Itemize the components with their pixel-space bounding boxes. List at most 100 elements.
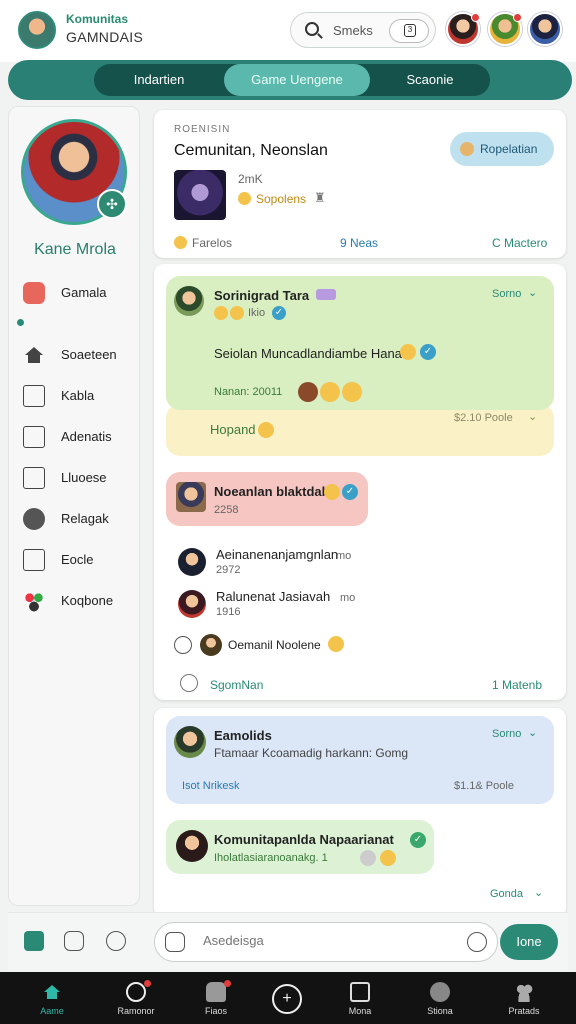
header-avatar-1[interactable] [446,12,480,46]
card-corner[interactable]: Gonda [490,888,523,900]
clipboard-icon: 3 [404,24,416,37]
message-text: Seiolan Muncadlandiambe Hanab [214,346,410,361]
message-bubble: Eamolids Sorno ⌄ Ftamaar Kcoamadig harka… [166,716,554,804]
nav-label: Mona [348,1006,372,1016]
card-foot-right[interactable]: 1 Matenb [492,678,542,692]
app-subtitle: GAMNDAIS [66,29,144,45]
create-button[interactable]: + [272,984,302,1014]
sidebar-item-adenatis[interactable]: Adenatis [23,423,139,451]
sidebar-item-koqbone[interactable]: Koqbone [23,587,139,615]
list-item-name[interactable]: Aeinanenanjamgnlan [216,547,338,562]
chevron-down-icon[interactable]: ⌄ [534,886,543,899]
chevron-down-icon[interactable]: ⌄ [528,410,537,423]
emoji-icon [320,382,340,402]
verified-icon: ✓ [410,832,426,848]
card-meta: 2mK [238,172,263,186]
status-dot [17,319,24,326]
user-avatar[interactable] [176,482,206,512]
message-text: Ftamaar Kcoamadig harkann: Gomg [214,746,409,760]
sidebar-item-eocle[interactable]: Eocle [23,546,139,574]
card-foot-left[interactable]: Farelos [192,236,232,250]
user-avatar[interactable] [174,286,204,316]
sidebar-item-kabla[interactable]: Kabla [23,382,139,410]
emoji-picker-icon[interactable] [165,932,185,952]
notification-dot [471,13,480,22]
sidebar-item-gamala[interactable]: Gamala [23,279,139,307]
tabs-container: Indartien Game Uengene Scaonie [94,64,490,96]
nav-ramonor[interactable]: Ramonor [96,972,176,1024]
clock-icon [180,674,198,692]
sidebar-item-label: Gamala [61,285,107,300]
message-author: Sorinigrad Tara [214,288,310,303]
message-text: Hopand [210,422,256,437]
tab-game-uengene[interactable]: Game Uengene [224,64,370,96]
sidebar-item-lluoese[interactable]: Lluoese [23,464,139,492]
header-avatar-3[interactable] [528,12,562,46]
tab-indartien[interactable]: Indartien [94,64,224,96]
home-icon [25,347,43,363]
card-foot-middle[interactable]: 9 Neas [340,236,378,250]
nav-fiaos[interactable]: Fiaos [176,972,256,1024]
chevron-down-icon[interactable]: ⌄ [528,286,537,299]
emoji-icon [380,850,396,866]
emoji-icon [360,850,376,866]
radio-button[interactable] [174,636,192,654]
message-input[interactable] [203,933,453,948]
message-bubble: Komunitapanlda Napaarianat ✓ Iholatlasia… [166,820,434,874]
list-item-name[interactable]: Ralunenat Jasiavah [216,589,330,604]
nav-stiona[interactable]: Stiona [400,972,480,1024]
settings-icon [23,508,45,530]
message-input-wrapper [154,922,498,962]
app-logo-avatar[interactable] [18,11,56,49]
search-text: Smeks [333,23,373,38]
message-time: Nanan: 20011 [214,386,283,398]
app-title: Komunitas [66,12,129,26]
reputation-button[interactable]: Ropelatian [450,132,554,166]
card-eyebrow: ROENISIN [174,124,231,135]
camera-icon[interactable] [64,931,84,951]
bottom-navigation: Aame Ramonor Fiaos + Mona Stiona Pratads [0,972,576,1024]
tab-scaonie[interactable]: Scaonie [370,64,490,96]
emoji-icon [342,382,362,402]
chevron-down-icon[interactable]: ⌄ [528,726,537,739]
emoji-icon [460,142,474,156]
nav-mona[interactable]: Mona [320,972,400,1024]
compass-icon[interactable]: ✣ [97,189,127,219]
card-title: Cemunitan, Neonslan [174,142,328,159]
sidebar-item-label: Kabla [61,388,95,403]
game-thumbnail[interactable] [174,170,226,220]
news-icon [350,982,370,1002]
user-avatar[interactable] [200,634,222,656]
badge [316,289,336,300]
sticker-icon[interactable] [106,931,126,951]
search-icon [305,22,319,36]
gallery-icon[interactable] [24,931,44,951]
sidebar-item-relagak[interactable]: Relagak [23,505,139,533]
header-avatar-2[interactable] [488,12,522,46]
list-item-suffix: mo [340,592,356,604]
document-icon [23,426,45,448]
list-item-name[interactable]: Oemanil Noolene [228,638,321,652]
message-subtitle: Ikio [248,307,266,319]
nav-pratads[interactable]: Pratads [484,972,564,1024]
notification-dot [513,13,522,22]
user-avatar[interactable] [178,590,206,618]
smiley-icon[interactable] [467,932,487,952]
game-icon [206,982,226,1002]
user-avatar[interactable] [178,548,206,576]
search-count-button[interactable]: 3 [389,19,429,43]
nav-label: Fiaos [204,1006,227,1016]
send-button[interactable]: Ione [500,924,558,960]
card-foot-left[interactable]: SgomNan [210,678,263,692]
message-author: Eamolids [214,728,272,743]
card-foot-right[interactable]: C Mactero [492,236,547,250]
search-bar[interactable]: Smeks 3 [290,12,436,48]
sidebar: ✣ Kane Mrola Gamala Soaeteen Kabla Adena… [8,106,140,906]
community-card: ROENISIN Cemunitan, Neonslan Ropelatian … [154,110,566,258]
nav-label: Aame [40,1006,64,1016]
chat-icon [430,982,450,1002]
user-avatar[interactable] [174,726,206,758]
sidebar-item-soaeteen[interactable]: Soaeteen [23,341,139,369]
nav-home[interactable]: Aame [12,972,92,1024]
user-avatar[interactable] [176,830,208,862]
